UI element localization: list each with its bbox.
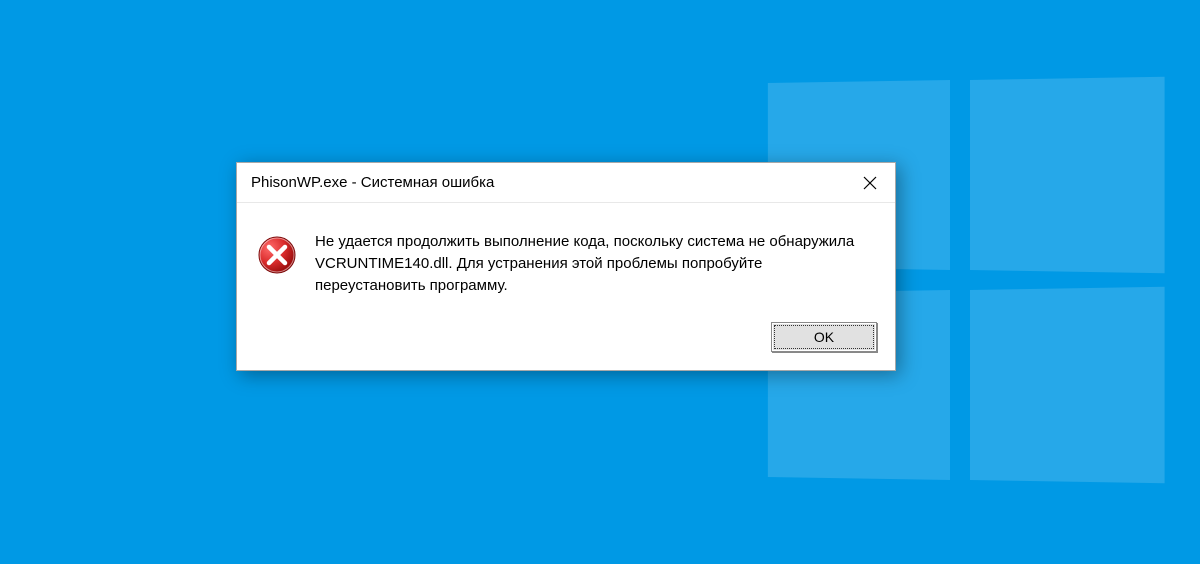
error-icon	[257, 235, 297, 275]
dialog-body: Не удается продолжить выполнение кода, п…	[237, 203, 895, 314]
error-message: Не удается продолжить выполнение кода, п…	[315, 231, 875, 296]
close-icon	[863, 176, 877, 190]
dialog-title: PhisonWP.exe - Системная ошибка	[251, 174, 494, 191]
close-button[interactable]	[845, 163, 895, 203]
ok-button[interactable]: OK	[771, 322, 877, 352]
dialog-footer: OK	[237, 314, 895, 370]
ok-button-label: OK	[814, 329, 834, 345]
dialog-titlebar[interactable]: PhisonWP.exe - Системная ошибка	[237, 163, 895, 203]
error-dialog: PhisonWP.exe - Системная ошибка	[236, 162, 896, 371]
desktop-background: PhisonWP.exe - Системная ошибка	[0, 0, 1200, 564]
